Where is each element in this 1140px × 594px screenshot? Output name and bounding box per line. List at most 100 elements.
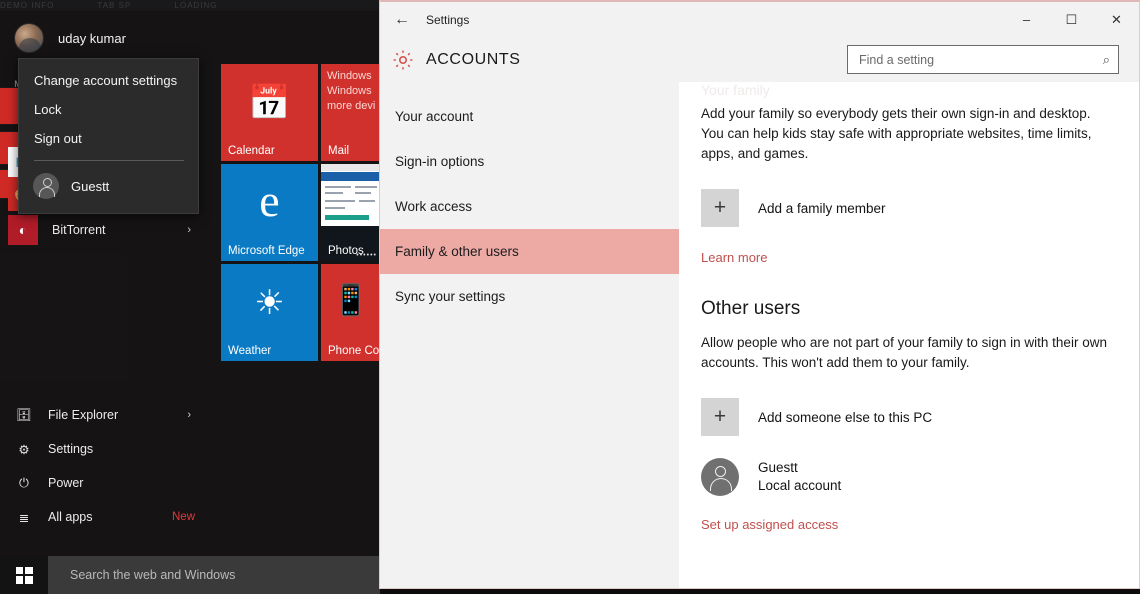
photo-preview-icon (321, 164, 380, 226)
set-up-assigned-access-link[interactable]: Set up assigned access (701, 517, 838, 532)
clipped-section-heading: Your family (701, 82, 770, 98)
existing-user-type: Local account (758, 478, 842, 493)
existing-user-meta: Guestt Local account (758, 459, 841, 495)
plus-icon: + (701, 398, 739, 436)
list-icon: ≣ (18, 510, 30, 525)
nav-item-sync-your-settings[interactable]: Sync your settings (380, 274, 679, 319)
existing-user-row[interactable]: Guestt Local account (701, 458, 1117, 496)
start-menu-tiles: 📅 Calendar Windows Windows more devi Mai… (221, 64, 380, 364)
nav-item-label: Sign-in options (395, 154, 485, 169)
window-controls: – ☐ ✕ (1004, 2, 1139, 37)
other-users-description: Allow people who are not part of your fa… (701, 335, 1107, 370)
start-menu-bottom-list: 🗄 File Explorer › ⚙ Settings ⏻ Power ≣ A… (0, 398, 215, 534)
search-setting-box[interactable]: ⌕ (847, 45, 1119, 74)
settings-body: Your account Sign-in options Work access… (380, 82, 1139, 588)
top-strip-text-1: TAB SP (97, 1, 132, 10)
bottom-item-label: Power (48, 476, 84, 490)
search-icon[interactable]: ⌕ (1103, 52, 1110, 68)
nav-item-your-account[interactable]: Your account (380, 94, 679, 139)
sidebar-item-power[interactable]: ⏻ Power (0, 466, 215, 500)
app-item-label: BitTorrent (52, 223, 106, 237)
nav-item-label: Your account (395, 109, 474, 124)
taskbar-search-placeholder: Search the web and Windows (70, 568, 236, 582)
close-button[interactable]: ✕ (1094, 2, 1139, 37)
settings-nav-pane: Your account Sign-in options Work access… (380, 82, 679, 588)
menu-item-change-account-settings[interactable]: Change account settings (19, 66, 198, 95)
sidebar-item-file-explorer[interactable]: 🗄 File Explorer › (0, 398, 215, 432)
bottom-item-label: All apps (48, 510, 93, 524)
nav-item-sign-in-options[interactable]: Sign-in options (380, 139, 679, 184)
mail-live-text: Windows Windows more devi (327, 69, 375, 114)
mail-live-line-2: more devi (327, 100, 376, 112)
account-context-menu: Change account settings Lock Sign out Gu… (18, 58, 199, 214)
tile-label: Microsoft Edge (228, 245, 305, 257)
settings-content-pane: Your family Add your family so everybody… (679, 82, 1139, 588)
person-icon (33, 173, 59, 199)
family-description: Add your family so everybody gets their … (701, 106, 1092, 161)
add-family-member-button[interactable]: + Add a family member (701, 189, 1117, 227)
tile-calendar[interactable]: 📅 Calendar (221, 64, 318, 161)
menu-divider (34, 160, 184, 161)
user-name-label: uday kumar (58, 30, 126, 46)
learn-more-link[interactable]: Learn more (701, 250, 767, 265)
minimize-button[interactable]: – (1004, 2, 1049, 37)
back-arrow-icon[interactable]: ← (380, 2, 424, 37)
tile-phone-companion[interactable]: 📱 Phone Co (321, 264, 380, 361)
other-users-heading: Other users (701, 298, 801, 319)
gear-icon: ⚙ (18, 442, 30, 457)
phone-companion-icon: 📱 (332, 284, 370, 317)
nav-item-work-access[interactable]: Work access (380, 184, 679, 229)
sun-icon: ☀ (254, 284, 285, 322)
settings-window: ← Settings – ☐ ✕ ACCOUNTS ⌕ (379, 0, 1140, 589)
plus-icon: + (701, 189, 739, 227)
menu-item-lock[interactable]: Lock (19, 95, 198, 124)
tile-label: Phone Co (328, 345, 380, 357)
add-family-member-label: Add a family member (758, 200, 886, 216)
settings-titlebar[interactable]: ← Settings – ☐ ✕ (380, 2, 1139, 37)
maximize-button[interactable]: ☐ (1049, 2, 1094, 37)
settings-page-header: ACCOUNTS ⌕ (380, 37, 1139, 82)
start-menu: uday kumar Most used Change account sett… (0, 11, 380, 556)
chevron-right-icon: › (187, 224, 191, 236)
bittorrent-icon: ◐ (8, 215, 38, 245)
screen-root: DEMO INFO TAB SP LOADING uday kumar Most… (0, 0, 1140, 594)
mail-live-line-1: Windows (327, 85, 372, 97)
sidebar-item-settings[interactable]: ⚙ Settings (0, 432, 215, 466)
tile-label: Mail (328, 145, 350, 157)
nav-item-label: Sync your settings (395, 289, 506, 304)
nav-item-label: Family & other users (395, 244, 519, 259)
bottom-item-label: File Explorer (48, 408, 119, 422)
add-someone-else-button[interactable]: + Add someone else to this PC (701, 398, 1117, 436)
folder-icon: 🗄 (16, 407, 32, 422)
gear-icon (380, 48, 426, 72)
user-photo-avatar[interactable] (14, 23, 44, 53)
tile-weather[interactable]: ☀ Weather (221, 264, 318, 361)
search-input[interactable] (859, 52, 1103, 67)
calendar-icon: 📅 (248, 84, 291, 122)
start-menu-user-header[interactable]: uday kumar (14, 23, 126, 53)
edge-icon: e (259, 175, 280, 226)
nav-item-label: Work access (395, 199, 473, 214)
mail-live-line-0: Windows (327, 70, 372, 82)
top-clipped-text-strip: DEMO INFO TAB SP LOADING (0, 0, 380, 11)
tile-microsoft-edge[interactable]: e Microsoft Edge (221, 164, 318, 261)
top-strip-text-0: DEMO INFO (0, 1, 55, 10)
taskbar-search-input[interactable]: Search the web and Windows (48, 556, 380, 594)
nav-item-family-and-other-users[interactable]: Family & other users (380, 229, 679, 274)
person-icon (701, 458, 739, 496)
sidebar-item-all-apps[interactable]: ≣ All apps New (0, 500, 215, 534)
menu-item-sign-out[interactable]: Sign out (19, 124, 198, 153)
taskbar: Search the web and Windows (0, 556, 380, 594)
tile-label: Weather (228, 345, 272, 357)
app-item-bittorrent[interactable]: ◐ BitTorrent › (0, 213, 215, 247)
bottom-item-label: Settings (48, 442, 94, 456)
chevron-right-icon: › (187, 409, 191, 421)
menu-item-switch-user-guestt[interactable]: Guestt (19, 167, 198, 205)
tile-row-3: ☀ Weather 📱 Phone Co (221, 264, 380, 361)
photo-dots-indicator: •••••• (356, 252, 377, 259)
tile-label: Calendar (228, 145, 275, 157)
tile-mail[interactable]: Windows Windows more devi Mail (321, 64, 380, 161)
tile-photos[interactable]: Photos •••••• (321, 164, 380, 261)
top-strip-text-2: LOADING (174, 1, 218, 10)
start-button[interactable] (0, 556, 48, 594)
